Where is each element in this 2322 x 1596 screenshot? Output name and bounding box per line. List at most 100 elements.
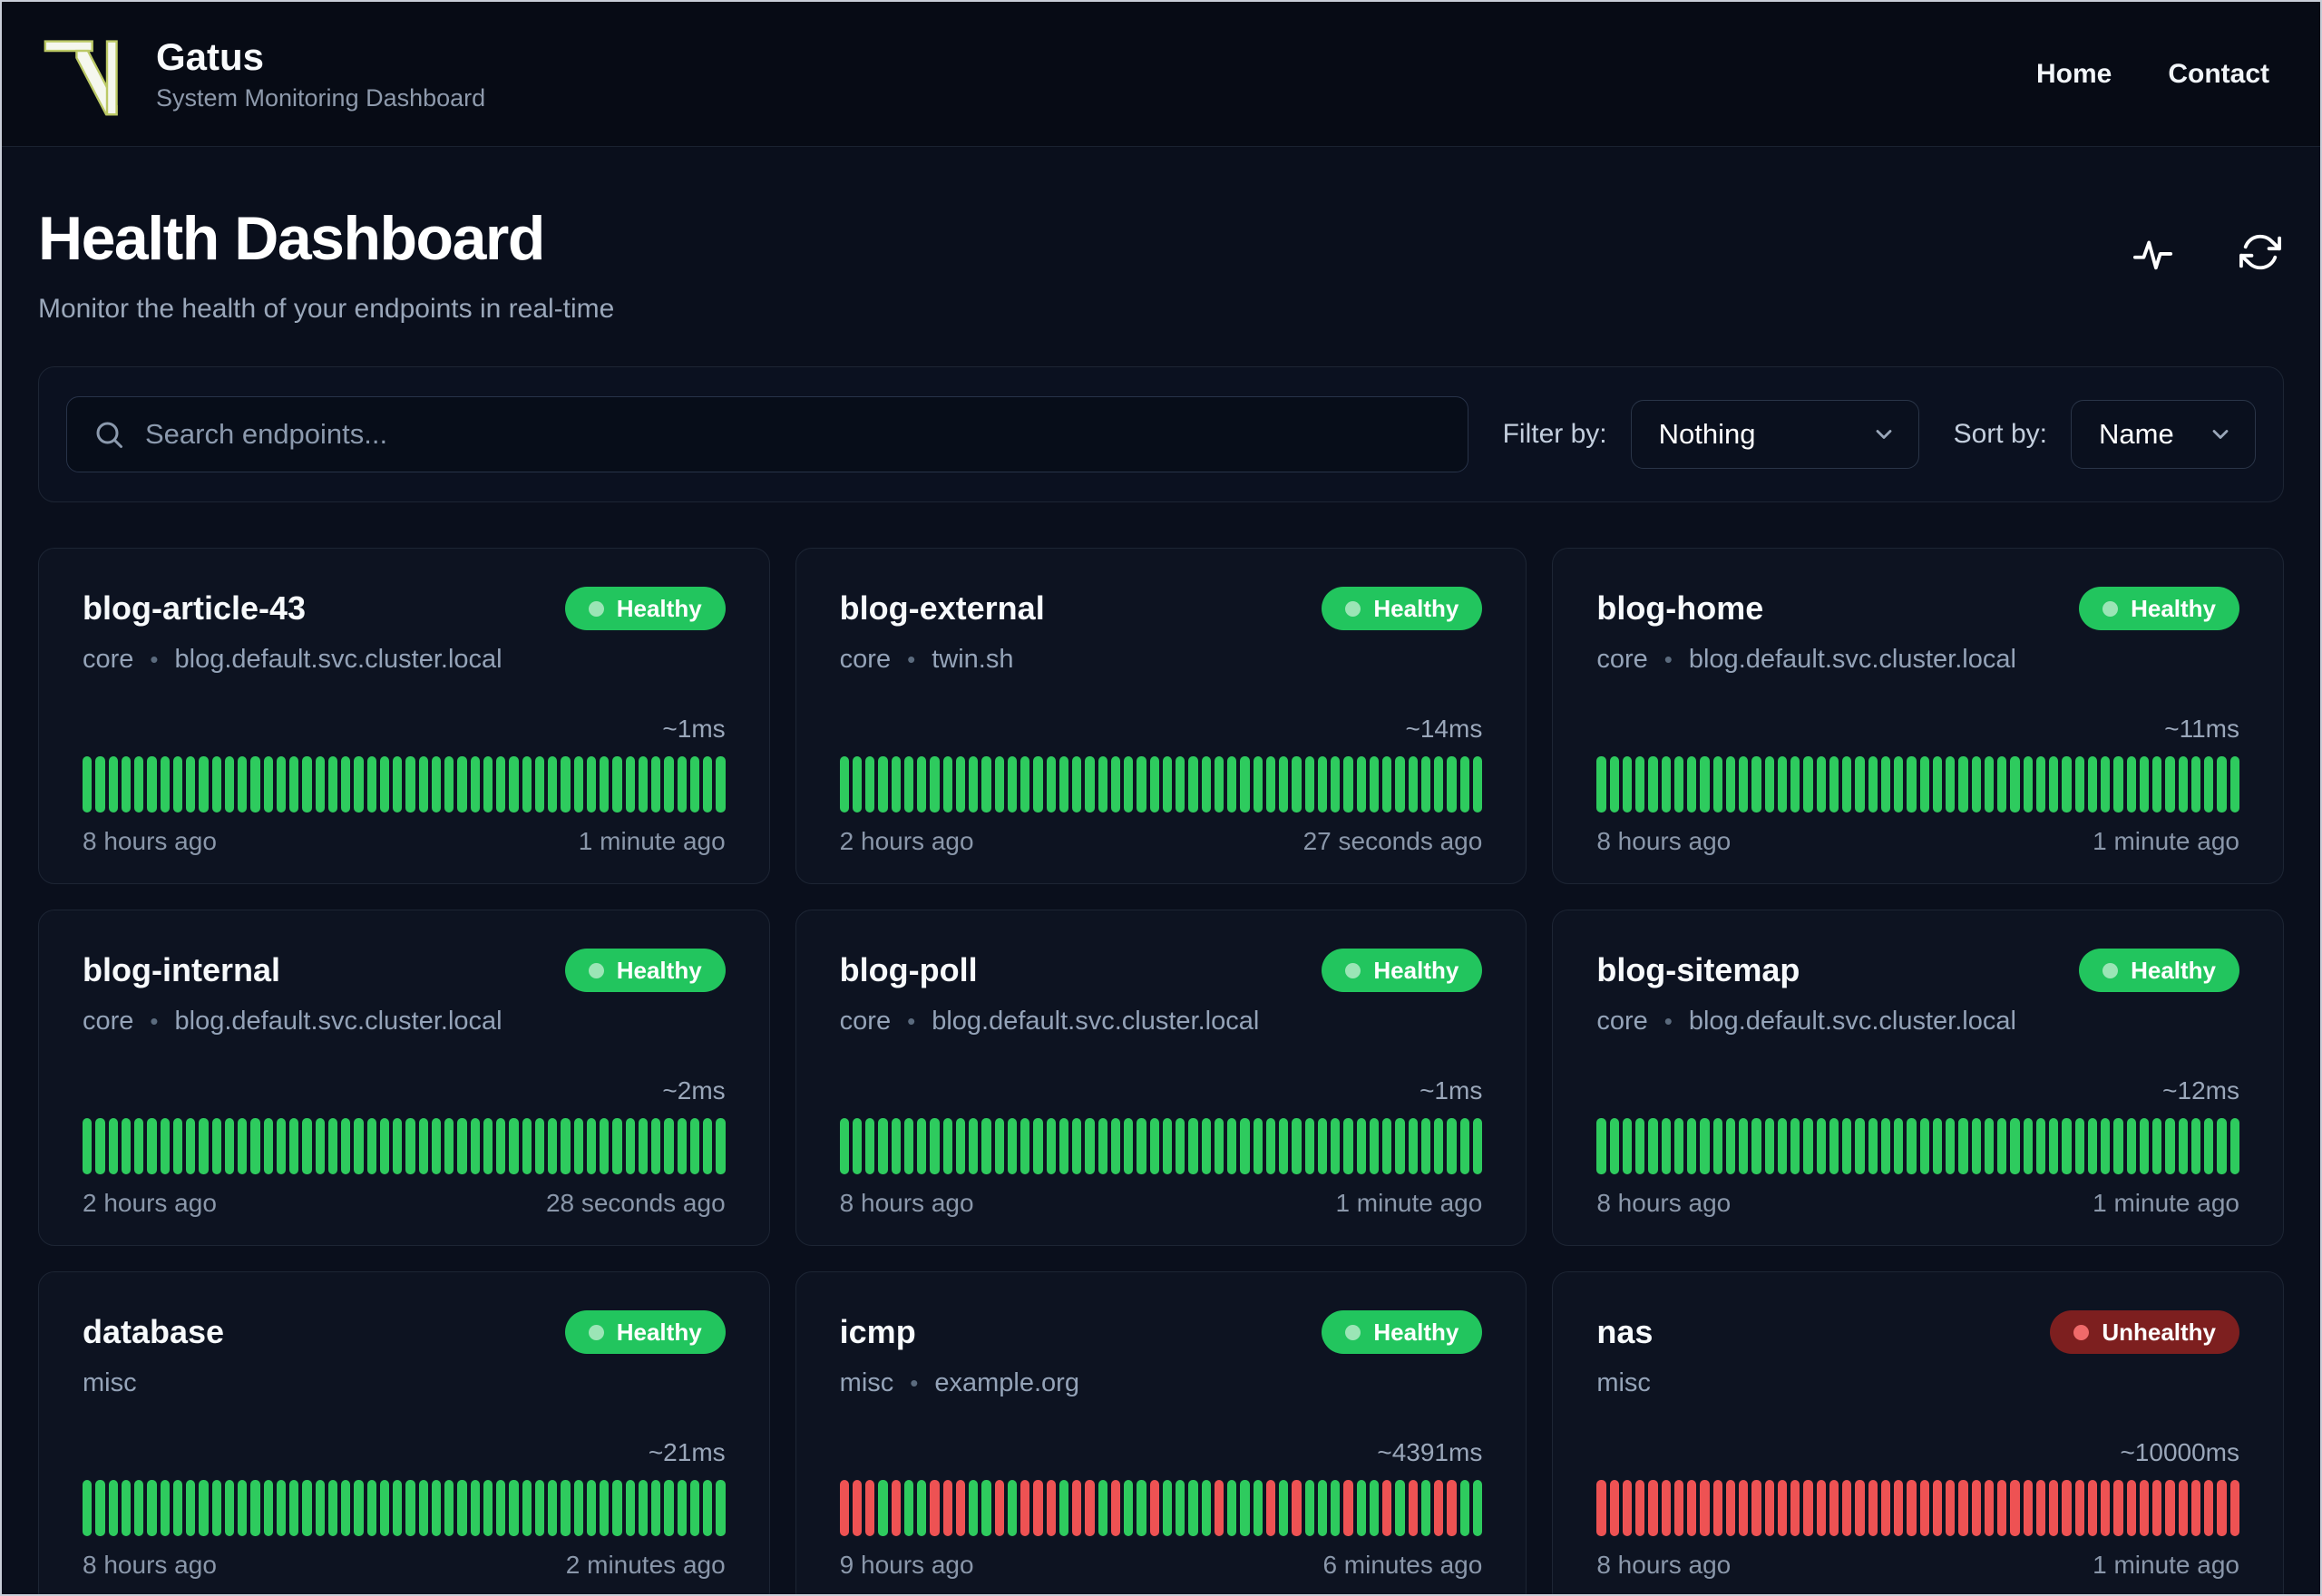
status-bar-up[interactable]: [1472, 1118, 1483, 1174]
status-bar-up[interactable]: [2062, 1118, 2072, 1174]
status-bar-up[interactable]: [1712, 1118, 1722, 1174]
status-bar-up[interactable]: [1777, 756, 1788, 813]
status-bar-up[interactable]: [625, 756, 635, 813]
status-bar-down[interactable]: [2023, 1480, 2033, 1536]
status-bar-down[interactable]: [1842, 1480, 1852, 1536]
status-bar-up[interactable]: [1176, 756, 1185, 813]
status-bar-up[interactable]: [1072, 756, 1082, 813]
status-bar-down[interactable]: [1072, 1480, 1082, 1536]
status-bar-up[interactable]: [1842, 1118, 1852, 1174]
status-bar-up[interactable]: [160, 756, 170, 813]
status-bar-up[interactable]: [1596, 1118, 1606, 1174]
status-bar-down[interactable]: [1622, 1480, 1633, 1536]
status-bar-up[interactable]: [1984, 756, 1995, 813]
status-bar-up[interactable]: [2126, 1118, 2136, 1174]
status-bar-up[interactable]: [1201, 756, 1211, 813]
status-bar-up[interactable]: [1635, 1118, 1645, 1174]
status-bar-down[interactable]: [1803, 1480, 1813, 1536]
status-bar-up[interactable]: [865, 756, 875, 813]
status-bar-up[interactable]: [1227, 756, 1237, 813]
endpoint-card[interactable]: blog-poll Healthy core • blog.default.sv…: [795, 910, 1527, 1246]
status-bar-up[interactable]: [1304, 756, 1314, 813]
status-bar-up[interactable]: [1395, 756, 1405, 813]
status-bar-up[interactable]: [839, 756, 849, 813]
status-bar-down[interactable]: [1725, 1480, 1736, 1536]
status-bar-down[interactable]: [1085, 1480, 1095, 1536]
status-bar-up[interactable]: [2139, 1118, 2150, 1174]
status-bar-up[interactable]: [483, 1118, 493, 1174]
status-bar-up[interactable]: [470, 756, 480, 813]
status-bar-up[interactable]: [2074, 1118, 2084, 1174]
status-bar-up[interactable]: [1919, 756, 1929, 813]
status-bar-up[interactable]: [1317, 1118, 1328, 1174]
status-bar-up[interactable]: [366, 1118, 376, 1174]
status-bar-up[interactable]: [586, 1480, 596, 1536]
status-bar-down[interactable]: [2178, 1480, 2188, 1536]
status-bar-up[interactable]: [1279, 1480, 1289, 1536]
status-bar-up[interactable]: [1971, 1118, 1981, 1174]
status-bar-up[interactable]: [315, 756, 325, 813]
status-bar-up[interactable]: [1842, 756, 1852, 813]
status-bar-up[interactable]: [1356, 1480, 1366, 1536]
status-bar-up[interactable]: [1700, 1118, 1710, 1174]
status-bar-up[interactable]: [716, 1118, 726, 1174]
status-bar-up[interactable]: [638, 1118, 648, 1174]
sort-select[interactable]: Name: [2071, 400, 2256, 469]
status-bar-up[interactable]: [865, 1118, 875, 1174]
status-bar-down[interactable]: [1635, 1480, 1645, 1536]
status-bar-up[interactable]: [903, 1480, 914, 1536]
status-bar-down[interactable]: [1855, 1480, 1865, 1536]
status-bar-up[interactable]: [1124, 756, 1134, 813]
status-bar-up[interactable]: [1803, 1118, 1813, 1174]
status-bar-up[interactable]: [1279, 756, 1289, 813]
brand-link[interactable]: Gatus System Monitoring Dashboard: [42, 31, 485, 118]
status-bar-up[interactable]: [1382, 1118, 1392, 1174]
status-bar-up[interactable]: [1059, 756, 1069, 813]
status-bar-up[interactable]: [172, 756, 182, 813]
status-bar-up[interactable]: [2217, 1118, 2227, 1174]
status-bar-up[interactable]: [522, 1118, 532, 1174]
status-bar-up[interactable]: [1331, 1480, 1341, 1536]
status-bar-down[interactable]: [1110, 1480, 1121, 1536]
status-bar-up[interactable]: [2229, 1118, 2239, 1174]
status-bar-up[interactable]: [1240, 1118, 1250, 1174]
status-bar-up[interactable]: [509, 1118, 519, 1174]
status-bar-up[interactable]: [1673, 756, 1684, 813]
status-bar-down[interactable]: [2152, 1480, 2162, 1536]
status-bar-up[interactable]: [186, 1118, 196, 1174]
status-bar-up[interactable]: [1265, 756, 1276, 813]
status-bar-up[interactable]: [160, 1118, 170, 1174]
status-bar-down[interactable]: [1764, 1480, 1774, 1536]
status-bar-up[interactable]: [393, 1118, 403, 1174]
status-bar-down[interactable]: [1971, 1480, 1981, 1536]
status-bar-up[interactable]: [930, 756, 940, 813]
status-bar-down[interactable]: [2087, 1480, 2098, 1536]
status-bar-up[interactable]: [534, 1118, 544, 1174]
status-bar-up[interactable]: [2049, 756, 2059, 813]
status-bar-up[interactable]: [1725, 756, 1736, 813]
status-bar-up[interactable]: [1369, 756, 1380, 813]
status-bar-up[interactable]: [121, 1480, 131, 1536]
endpoint-card[interactable]: blog-internal Healthy core • blog.defaul…: [38, 910, 770, 1246]
status-bar-up[interactable]: [1472, 1480, 1483, 1536]
status-bar-up[interactable]: [703, 1480, 713, 1536]
status-bar-up[interactable]: [981, 756, 991, 813]
status-bar-up[interactable]: [393, 756, 403, 813]
status-bar-up[interactable]: [573, 756, 583, 813]
status-bar-up[interactable]: [1201, 1118, 1211, 1174]
status-bar-up[interactable]: [852, 756, 863, 813]
status-bar-up[interactable]: [651, 1480, 661, 1536]
status-bar-up[interactable]: [2190, 1118, 2201, 1174]
status-bar-up[interactable]: [612, 756, 622, 813]
status-bar-up[interactable]: [1304, 1118, 1314, 1174]
status-bar-up[interactable]: [147, 1480, 157, 1536]
status-bar-up[interactable]: [224, 1118, 234, 1174]
status-bar-up[interactable]: [716, 1480, 726, 1536]
status-bar-up[interactable]: [1661, 1118, 1671, 1174]
status-bar-up[interactable]: [83, 756, 93, 813]
status-bar-up[interactable]: [981, 1480, 991, 1536]
status-bar-up[interactable]: [1292, 756, 1302, 813]
status-bar-up[interactable]: [1020, 1118, 1030, 1174]
status-bar-up[interactable]: [1919, 1118, 1929, 1174]
status-bar-up[interactable]: [534, 756, 544, 813]
